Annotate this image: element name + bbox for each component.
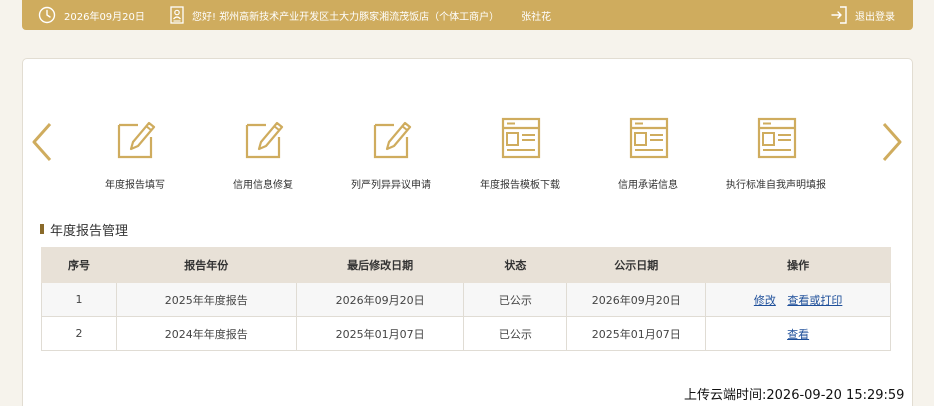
top-bar: 2026年09月20日 您好! 郑州高新技术产业开发区土大力豚家湘流茂饭店（个体…	[22, 0, 913, 30]
id-card-icon	[170, 6, 184, 24]
chevron-right-icon	[882, 123, 902, 161]
cell-published: 2026年09月20日	[566, 282, 707, 317]
menu-label: 年度报告填写	[105, 180, 165, 191]
logout-icon	[831, 6, 847, 24]
menu-credit-commitment[interactable]: 信用承诺信息	[583, 115, 713, 195]
view-print-link[interactable]: 查看或打印	[787, 294, 842, 307]
menu-label: 信用承诺信息	[618, 180, 678, 191]
cell-modified: 2025年01月07日	[295, 316, 465, 351]
table-row: 2 2024年年度报告 2025年01月07日 已公示 2025年01月07日 …	[41, 316, 891, 351]
cell-actions: 查看	[705, 316, 891, 351]
menu-label: 列严列异异议申请	[351, 180, 431, 191]
edit-icon	[245, 121, 284, 159]
cell-no: 2	[41, 316, 117, 351]
carousel-prev-button[interactable]	[30, 122, 54, 162]
header-modified: 最后修改日期	[295, 247, 465, 283]
form-icon	[629, 117, 669, 159]
menu-template-download[interactable]: 年度报告模板下载	[455, 115, 585, 195]
logout-button[interactable]: 退出登录	[831, 5, 895, 25]
menu-objection-application[interactable]: 列严列异异议申请	[326, 115, 456, 195]
cell-year: 2025年年度报告	[115, 282, 297, 317]
menu-credit-repair[interactable]: 信用信息修复	[198, 115, 328, 195]
edit-icon	[117, 121, 156, 159]
date-group: 2026年09月20日	[38, 5, 145, 25]
menu-label: 执行标准自我声明填报	[726, 180, 826, 191]
header-year: 报告年份	[115, 247, 297, 283]
cell-year: 2024年年度报告	[115, 316, 297, 351]
cell-status: 已公示	[463, 316, 568, 351]
section-marker	[40, 224, 44, 234]
upload-time-stamp: 上传云端时间:2026-09-20 15:29:59	[684, 384, 905, 403]
user-name: 张社花	[521, 11, 552, 23]
cell-actions: 修改 查看或打印	[705, 282, 891, 317]
view-link[interactable]: 查看	[787, 328, 809, 341]
table-header-row: 序号 报告年份 最后修改日期 状态 公示日期 操作	[41, 247, 891, 283]
main-panel	[22, 58, 913, 406]
cell-published: 2025年01月07日	[566, 316, 707, 351]
header-no: 序号	[41, 247, 117, 283]
greeting-text: 您好! 郑州高新技术产业开发区土大力豚家湘流茂饭店（个体工商户）	[192, 11, 500, 23]
menu-annual-report-fill[interactable]: 年度报告填写	[70, 115, 200, 195]
logout-label: 退出登录	[855, 11, 895, 23]
table-row: 1 2025年年度报告 2026年09月20日 已公示 2026年09月20日 …	[41, 282, 891, 317]
current-date: 2026年09月20日	[64, 11, 145, 23]
header-status: 状态	[463, 247, 568, 283]
form-icon	[757, 117, 797, 159]
header-actions: 操作	[705, 247, 891, 283]
clock-icon	[38, 6, 56, 24]
annual-report-table: 序号 报告年份 最后修改日期 状态 公示日期 操作 1 2025年年度报告 20…	[41, 247, 891, 351]
cell-status: 已公示	[463, 282, 568, 317]
edit-icon	[373, 121, 412, 159]
form-icon	[501, 117, 541, 159]
menu-label: 信用信息修复	[233, 180, 293, 191]
section-title: 年度报告管理	[40, 220, 129, 239]
menu-standard-declaration[interactable]: 执行标准自我声明填报	[711, 115, 841, 195]
greeting-group: 您好! 郑州高新技术产业开发区土大力豚家湘流茂饭店（个体工商户） 张社花	[170, 5, 551, 25]
header-published: 公示日期	[566, 247, 707, 283]
menu-label: 年度报告模板下载	[480, 180, 560, 191]
cell-modified: 2026年09月20日	[295, 282, 465, 317]
cell-no: 1	[41, 282, 117, 317]
chevron-left-icon	[32, 123, 52, 161]
carousel-next-button[interactable]	[880, 122, 904, 162]
section-title-text: 年度报告管理	[50, 223, 129, 239]
modify-link[interactable]: 修改	[754, 294, 776, 307]
